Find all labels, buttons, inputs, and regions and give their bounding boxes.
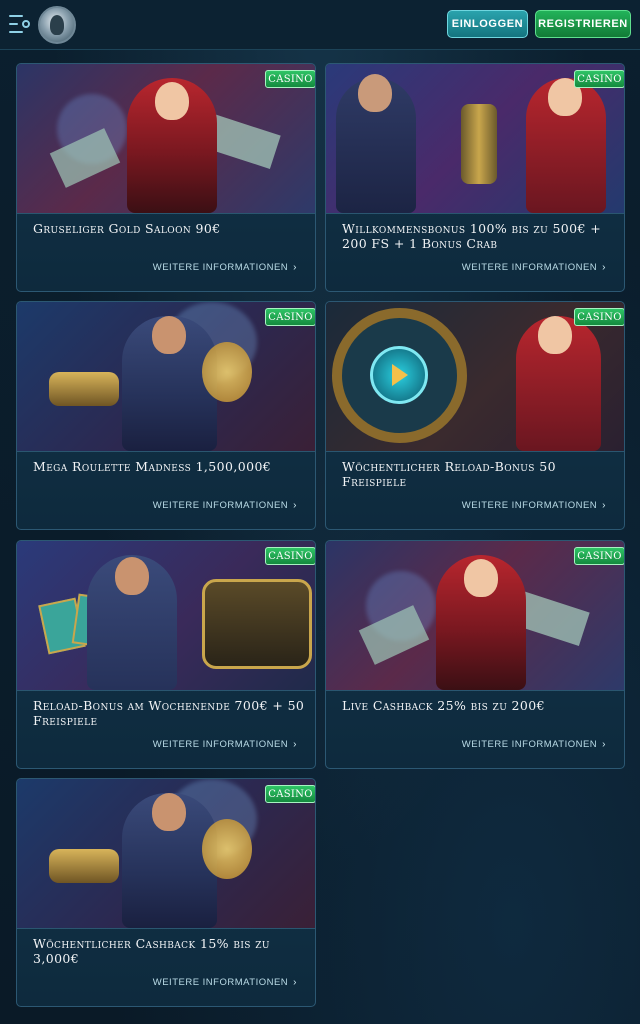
more-info-label: WEITERE INFORMATIONEN xyxy=(461,500,598,511)
more-info-link[interactable]: WEITERE INFORMATIONEN › xyxy=(462,739,606,750)
casino-badge: CASINO xyxy=(574,308,624,326)
more-info-link[interactable]: WEITERE INFORMATIONEN › xyxy=(153,977,297,988)
promo-image: CASINO xyxy=(17,64,315,214)
promo-card[interactable]: CASINO Wöchentlicher Reload-Bonus 50 Fre… xyxy=(325,301,625,530)
promo-image: CASINO xyxy=(17,541,315,691)
promo-card[interactable]: CASINO Willkommensbonus 100% bis zu 500€… xyxy=(325,63,625,292)
chevron-right-icon: › xyxy=(293,500,297,511)
chevron-right-icon: › xyxy=(293,262,297,273)
casino-badge: CASINO xyxy=(574,70,624,88)
promo-card[interactable]: CASINO Mega Roulette Madness 1,500,000€ … xyxy=(16,301,316,530)
chevron-right-icon: › xyxy=(602,262,606,273)
promo-title: Willkommensbonus 100% bis zu 500€ + 200 … xyxy=(342,221,602,251)
more-info-label: WEITERE INFORMATIONEN xyxy=(152,739,289,750)
more-info-label: WEITERE INFORMATIONEN xyxy=(461,739,598,750)
promo-title: Live Cashback 25% bis zu 200€ xyxy=(342,698,545,713)
register-button[interactable]: REGISTRIEREN xyxy=(535,10,631,38)
promo-title: Mega Roulette Madness 1,500,000€ xyxy=(33,459,272,474)
login-button[interactable]: EINLOGGEN xyxy=(447,10,528,38)
casino-badge: CASINO xyxy=(265,547,315,565)
promo-image: CASINO xyxy=(17,779,315,929)
promo-card[interactable]: CASINO Gruseliger Gold Saloon 90€ WEITER… xyxy=(16,63,316,292)
promo-image: CASINO xyxy=(326,64,624,214)
more-info-label: WEITERE INFORMATIONEN xyxy=(152,977,289,988)
promo-title: Wöchentlicher Reload-Bonus 50 Freispiele xyxy=(342,459,556,489)
more-info-link[interactable]: WEITERE INFORMATIONEN › xyxy=(462,500,606,511)
chevron-right-icon: › xyxy=(293,739,297,750)
promo-title: Gruseliger Gold Saloon 90€ xyxy=(33,221,221,236)
menu-search-icon[interactable] xyxy=(9,15,30,33)
chevron-right-icon: › xyxy=(602,739,606,750)
chevron-right-icon: › xyxy=(602,500,606,511)
more-info-label: WEITERE INFORMATIONEN xyxy=(461,262,598,273)
more-info-label: WEITERE INFORMATIONEN xyxy=(152,262,289,273)
more-info-link[interactable]: WEITERE INFORMATIONEN › xyxy=(462,262,606,273)
promo-title: Reload-Bonus am Wochenende 700€ + 50 Fre… xyxy=(33,698,305,728)
promo-card[interactable]: CASINO Reload-Bonus am Wochenende 700€ +… xyxy=(16,540,316,769)
promo-title: Wöchentlicher Cashback 15% bis zu 3,000€ xyxy=(33,936,270,966)
promo-card[interactable]: CASINO Live Cashback 25% bis zu 200€ WEI… xyxy=(325,540,625,769)
casino-badge: CASINO xyxy=(265,308,315,326)
casino-badge: CASINO xyxy=(265,70,315,88)
more-info-label: WEITERE INFORMATIONEN xyxy=(152,500,289,511)
more-info-link[interactable]: WEITERE INFORMATIONEN › xyxy=(153,500,297,511)
promo-image: CASINO xyxy=(326,302,624,452)
casino-badge: CASINO xyxy=(574,547,624,565)
promo-card[interactable]: CASINO Wöchentlicher Cashback 15% bis zu… xyxy=(16,778,316,1007)
top-header: EINLOGGEN REGISTRIEREN xyxy=(0,0,640,50)
casino-badge: CASINO xyxy=(265,785,315,803)
chevron-right-icon: › xyxy=(293,977,297,988)
site-logo[interactable] xyxy=(38,6,76,44)
more-info-link[interactable]: WEITERE INFORMATIONEN › xyxy=(153,262,297,273)
more-info-link[interactable]: WEITERE INFORMATIONEN › xyxy=(153,739,297,750)
promo-image: CASINO xyxy=(17,302,315,452)
promo-image: CASINO xyxy=(326,541,624,691)
